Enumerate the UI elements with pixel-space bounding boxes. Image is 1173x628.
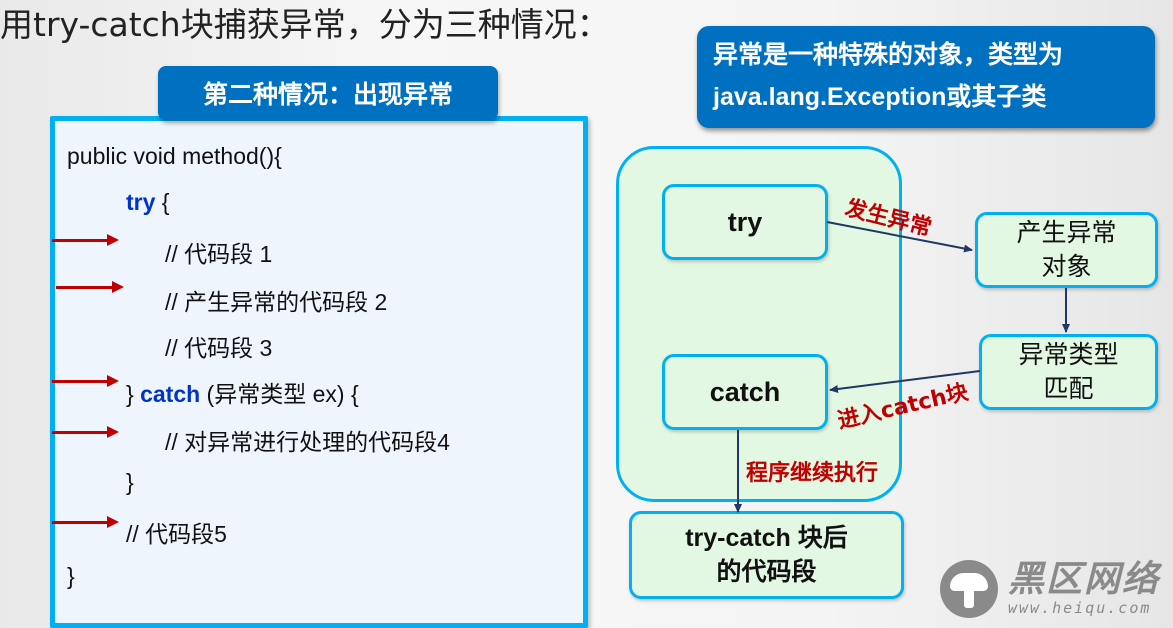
type-match-node: 异常类型 匹配 <box>979 334 1158 410</box>
after-try-catch-node: try-catch 块后 的代码段 <box>629 511 904 599</box>
watermark-url: www.heiqu.com <box>1008 599 1152 617</box>
try-keyword: try <box>126 189 156 215</box>
try-brace: { <box>155 189 170 215</box>
execution-arrow-icon <box>56 281 124 293</box>
case-label: 第二种情况：出现异常 <box>158 66 498 120</box>
type-match-line-2: 匹配 <box>1043 375 1094 403</box>
code-line-segment-5: // 代码段5 <box>126 521 227 547</box>
exception-object-node: 产生异常 对象 <box>975 212 1158 288</box>
catch-node: catch <box>662 354 828 430</box>
code-line-segment-2: // 产生异常的代码段 2 <box>165 289 388 315</box>
catch-params: (异常类型 ex) { <box>200 381 359 407</box>
code-line-method-close: } <box>67 563 75 589</box>
slide-title: 用try-catch块捕获异常，分为三种情况： <box>0 5 610 44</box>
code-line-catch: } catch (异常类型 ex) { <box>126 375 359 409</box>
try-node: try <box>662 184 828 260</box>
catch-brace: } <box>126 381 141 407</box>
code-line-try: try { <box>126 189 169 216</box>
code-panel: public void method(){ try { // 代码段 1 // … <box>50 116 588 628</box>
type-match-line-1: 异常类型 <box>1018 341 1119 369</box>
execution-arrow-icon <box>52 234 119 246</box>
mushroom-logo-icon <box>940 560 998 618</box>
code-line-catch-close: } <box>126 469 134 495</box>
code-line-method-signature: public void method(){ <box>67 143 282 169</box>
exception-note: 异常是一种特殊的对象，类型为 java.lang.Exception或其子类 <box>697 26 1155 128</box>
code-line-segment-1: // 代码段 1 <box>165 241 273 267</box>
label-program-continues: 程序继续执行 <box>746 461 879 486</box>
watermark-text: 黑区网络 www.heiqu.com <box>1008 559 1161 618</box>
note-line-2: java.lang.Exception或其子类 <box>713 83 1047 111</box>
watermark-name: 黑区网络 <box>1008 559 1161 600</box>
execution-arrow-icon <box>52 516 119 528</box>
after-node-line-2: 的代码段 <box>716 558 817 586</box>
execution-arrow-icon <box>52 375 119 387</box>
watermark: 黑区网络 www.heiqu.com <box>940 560 1160 618</box>
code-line-segment-4: // 对异常进行处理的代码段4 <box>165 429 450 455</box>
code-line-segment-3: // 代码段 3 <box>165 335 273 361</box>
after-node-line-1: try-catch 块后 <box>685 524 848 552</box>
exception-object-line-2: 对象 <box>1041 253 1092 281</box>
execution-arrow-icon <box>52 426 119 438</box>
exception-object-line-1: 产生异常 <box>1016 219 1117 247</box>
note-line-1: 异常是一种特殊的对象，类型为 <box>713 41 1064 69</box>
catch-keyword: catch <box>140 381 201 407</box>
